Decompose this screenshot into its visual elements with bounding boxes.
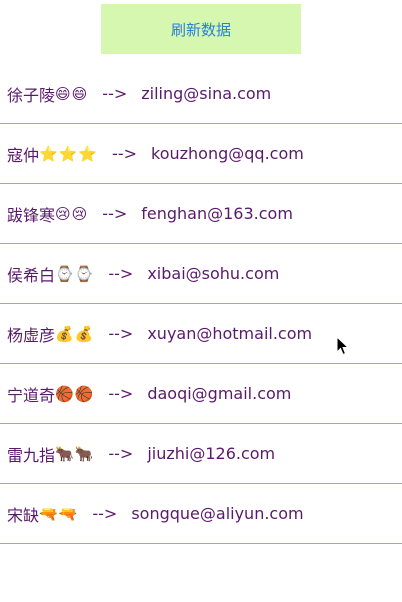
contact-email: kouzhong@qq.com [151,144,304,163]
arrow-text: --> [108,324,134,343]
list-item[interactable]: 寇仲 ⭐⭐⭐ --> kouzhong@qq.com [0,124,402,184]
contact-name: 宋缺 [7,505,40,525]
arrow-text: --> [108,444,134,463]
mouse-pointer-icon [336,336,350,356]
contact-name: 杨虚彦 [7,325,56,345]
crying-emoji-icon: 😢😢 [55,204,89,223]
ox-emoji-icon: 🐂🐂 [55,444,95,463]
contact-email: jiuzhi@126.com [147,444,276,463]
contact-email: songque@aliyun.com [131,504,304,523]
list-item[interactable]: 宋缺 🔫🔫 --> songque@aliyun.com [0,484,402,544]
list-item[interactable]: 宁道奇 🏀🏀 --> daoqi@gmail.com [0,364,402,424]
contact-email: daoqi@gmail.com [147,384,292,403]
arrow-text: --> [108,384,134,403]
arrow-text: --> [92,504,118,523]
list-item[interactable]: 雷九指 🐂🐂 --> jiuzhi@126.com [0,424,402,484]
contact-list: 徐子陵 😄😄 --> ziling@sina.com 寇仲 ⭐⭐⭐ --> ko… [0,64,402,544]
list-item[interactable]: 徐子陵 😄😄 --> ziling@sina.com [0,64,402,124]
contact-name: 徐子陵 [7,85,56,105]
contact-email: ziling@sina.com [141,84,272,103]
list-item[interactable]: 侯希白 ⌚⌚ --> xibai@sohu.com [0,244,402,304]
basketball-emoji-icon: 🏀🏀 [55,384,95,403]
contact-email: xuyan@hotmail.com [147,324,313,343]
contact-name: 宁道奇 [7,385,56,405]
contact-email: fenghan@163.com [141,204,293,223]
contact-email: xibai@sohu.com [147,264,280,283]
refresh-data-button[interactable]: 刷新数据 [101,4,301,54]
contact-name: 雷九指 [7,445,56,465]
arrow-text: --> [112,144,137,163]
smile-emoji-icon: 😄😄 [55,84,89,103]
money-bag-emoji-icon: 💰💰 [55,324,95,343]
arrow-text: --> [102,84,128,103]
pistol-emoji-icon: 🔫🔫 [39,504,79,523]
arrow-text: --> [102,204,128,223]
watch-emoji-icon: ⌚⌚ [55,264,95,283]
contact-name: 跋锋寒 [7,205,56,225]
arrow-text: --> [108,264,134,283]
contact-name: 寇仲 [7,145,40,165]
contact-name: 侯希白 [7,265,56,285]
list-item[interactable]: 跋锋寒 😢😢 --> fenghan@163.com [0,184,402,244]
star-emoji-icon: ⭐⭐⭐ [39,144,99,163]
